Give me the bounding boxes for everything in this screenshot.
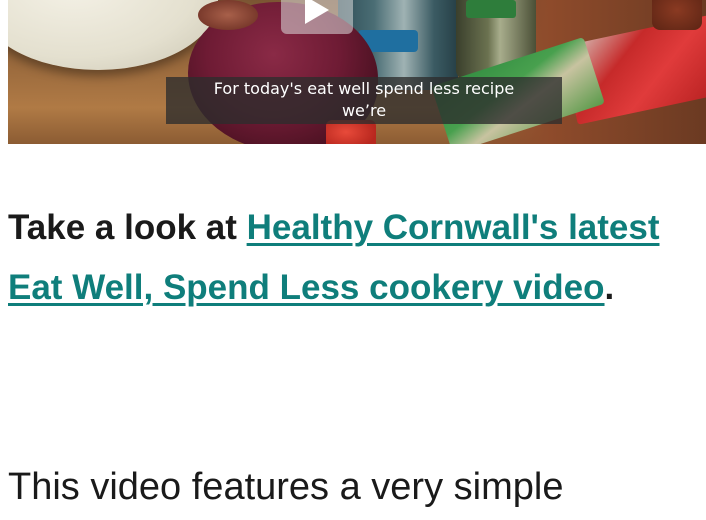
caption-line-1: For today's eat well spend less recipe <box>213 79 515 98</box>
play-icon <box>305 0 329 24</box>
spice-image <box>652 0 702 30</box>
article-body-text: This video features a very simple <box>8 466 564 508</box>
video-caption: For today's eat well spend less recipe w… <box>166 77 562 124</box>
caption-line-2: we’re <box>341 101 387 120</box>
heading-suffix: . <box>604 268 615 307</box>
play-button[interactable] <box>281 0 353 34</box>
jar-label-image <box>466 0 516 18</box>
article-heading: Take a look at Healthy Cornwall's latest… <box>8 198 698 318</box>
video-player[interactable]: For today's eat well spend less recipe w… <box>8 0 706 144</box>
onion-tip-image <box>198 0 258 30</box>
page: For today's eat well spend less recipe w… <box>0 0 706 520</box>
heading-prefix: Take a look at <box>8 208 247 247</box>
